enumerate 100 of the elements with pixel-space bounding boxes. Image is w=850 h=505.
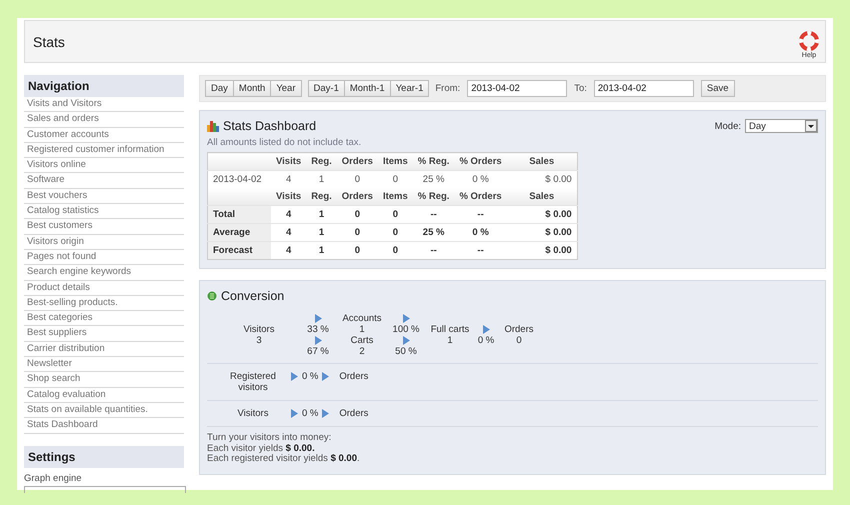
column-header: Sales [506, 188, 578, 206]
funnel-label: Visitors [244, 324, 274, 335]
funnel-rate: 100 % [392, 324, 420, 335]
nav-link[interactable]: Registered customer information [24, 142, 184, 158]
panel-title: Stats Dashboard [223, 119, 316, 133]
table-cell: 4 [271, 242, 306, 260]
mode-select[interactable]: Day [745, 119, 818, 133]
nav-link[interactable]: Software [24, 173, 184, 189]
period-button[interactable]: Month [232, 80, 272, 97]
period-button[interactable]: Month-1 [344, 80, 391, 97]
table-cell: Total [208, 206, 271, 224]
column-header: % Orders [454, 152, 507, 170]
conversion-target: Orders [339, 371, 368, 382]
nav-link[interactable]: Best customers [24, 219, 184, 235]
caret-icon [805, 120, 817, 132]
table-cell: $ 0.00 [506, 242, 578, 260]
column-header: Sales [506, 152, 578, 170]
nav-link[interactable]: Pages not found [24, 250, 184, 266]
table-cell: 0 [378, 206, 413, 224]
table-cell: -- [454, 206, 507, 224]
conversion-label: Visitors [236, 408, 270, 419]
funnel-value: 1 [359, 324, 365, 335]
nav-link[interactable]: Best suppliers [24, 326, 184, 342]
panel-title: Conversion [221, 289, 284, 303]
period-button[interactable]: Day-1 [308, 80, 345, 97]
nav-link[interactable]: Best categories [24, 311, 184, 326]
nav-link[interactable]: Newsletter [24, 357, 184, 372]
column-header: Orders [336, 152, 378, 170]
nav-link[interactable]: Best vouchers [24, 188, 184, 204]
mode-label: Mode: [714, 120, 741, 132]
nav-link[interactable]: Sales and orders [24, 112, 184, 128]
from-label: From: [435, 83, 460, 94]
period-button[interactable]: Year [270, 80, 302, 97]
period-button[interactable]: Day [205, 80, 234, 97]
from-date-field[interactable]: 2013-04-02 [467, 80, 568, 97]
funnel-rate: 0 % [478, 335, 494, 346]
arrow-right-icon [291, 409, 298, 418]
nav-link[interactable]: Catalog statistics [24, 204, 184, 220]
yield-text: Each visitor yields $ 0.00. [207, 444, 316, 454]
lifebuoy-icon[interactable] [799, 30, 819, 50]
nav-link[interactable]: Catalog evaluation [24, 388, 184, 403]
nav-link[interactable]: Product details [24, 280, 184, 296]
table-cell: $ 0.00 [506, 224, 578, 242]
column-header: % Reg. [412, 188, 454, 206]
funnel-rate: 33 % [307, 324, 329, 335]
period-button[interactable]: Year-1 [390, 80, 430, 97]
graph-engine-select[interactable] [24, 486, 186, 493]
nav-link[interactable]: Carrier distribution [24, 342, 184, 358]
arrow-right-icon [322, 372, 330, 381]
column-header: Items [378, 188, 413, 206]
funnel-rate: 50 % [395, 346, 417, 357]
funnel-value: 1 [447, 335, 453, 346]
tax-note: All amounts listed do not include tax. [207, 137, 362, 148]
funnel-value: 0 [516, 335, 522, 346]
to-date-field[interactable]: 2013-04-02 [594, 80, 694, 97]
table-cell: 25 % [412, 224, 454, 242]
settings-heading: Settings [24, 446, 184, 468]
nav-link[interactable]: Customer accounts [24, 128, 184, 143]
nav-link[interactable]: Stats Dashboard [24, 418, 184, 434]
arrow-right-icon [402, 314, 410, 323]
column-header: % Reg. [412, 152, 454, 170]
arrow-right-icon [322, 409, 330, 418]
table-cell: 0 [336, 206, 378, 224]
navigation-heading: Navigation [24, 75, 184, 97]
conversion-label: Registered visitors [229, 371, 277, 393]
yield-text: Turn your visitors into money: [207, 433, 332, 444]
save-button[interactable]: Save [700, 80, 735, 97]
bar-chart-icon [207, 120, 219, 132]
nav-link[interactable]: Visits and Visitors [24, 97, 184, 112]
arrow-right-icon [314, 314, 322, 323]
yield-text: Each registered visitor yields $ 0.00. [207, 454, 361, 464]
nav-link[interactable]: Stats on available quantities. [24, 402, 184, 418]
nav-link[interactable]: Best-selling products. [24, 296, 184, 312]
table-cell: -- [454, 242, 507, 260]
funnel-label: Carts [350, 335, 374, 346]
nav-link[interactable]: Visitors online [24, 158, 184, 174]
funnel-value: 3 [256, 335, 262, 346]
column-header: Visits [271, 188, 306, 206]
nav-link[interactable]: Visitors origin [24, 234, 184, 250]
table-cell: -- [412, 242, 454, 260]
graph-engine-label: Graph engine [24, 472, 83, 484]
funnel-value: 2 [359, 346, 365, 357]
table-cell: 0 [378, 224, 413, 242]
money-icon [207, 291, 217, 301]
table-cell: 1 [306, 206, 337, 224]
arrow-right-icon [314, 336, 322, 345]
conversion-rate: 0 % [302, 371, 318, 382]
table-cell: 4 [271, 224, 306, 242]
column-header: % Orders [454, 188, 507, 206]
table-cell: 1 [306, 224, 337, 242]
table-cell: -- [412, 206, 454, 224]
funnel-label: Full carts [430, 324, 470, 335]
conversion-target: Orders [339, 408, 368, 419]
nav-link[interactable]: Search engine keywords [24, 265, 184, 281]
arrow-right-icon [402, 336, 410, 345]
column-header: Items [378, 152, 413, 170]
nav-link[interactable]: Shop search [24, 372, 184, 388]
table-cell: 0 [336, 224, 378, 242]
arrow-right-icon [482, 325, 490, 334]
page-title: Stats [33, 34, 65, 50]
